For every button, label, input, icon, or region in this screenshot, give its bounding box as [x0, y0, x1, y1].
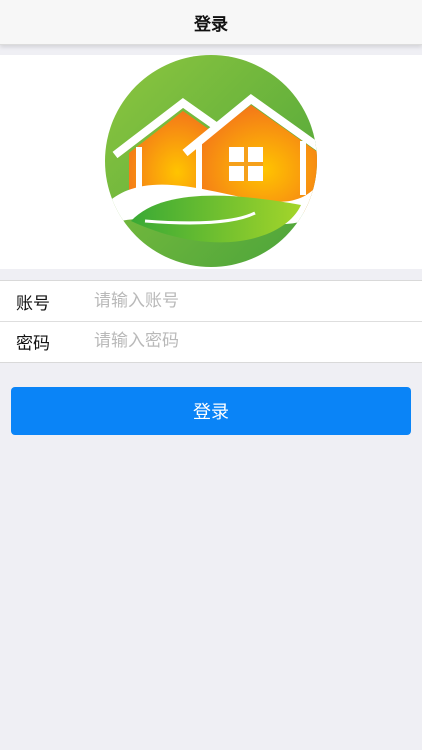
password-label: 密码	[16, 333, 50, 354]
page-title: 登录	[194, 14, 228, 35]
login-button[interactable]: 登录	[11, 387, 411, 435]
account-row: 账号	[0, 281, 422, 321]
login-form: 账号 密码	[0, 280, 422, 363]
nav-bar: 登录	[0, 0, 422, 45]
password-row: 密码	[0, 321, 422, 361]
account-label: 账号	[16, 293, 50, 314]
house-leaf-logo-icon	[105, 55, 317, 267]
password-input[interactable]	[94, 331, 394, 351]
account-input[interactable]	[94, 291, 394, 311]
logo-area	[0, 55, 422, 269]
